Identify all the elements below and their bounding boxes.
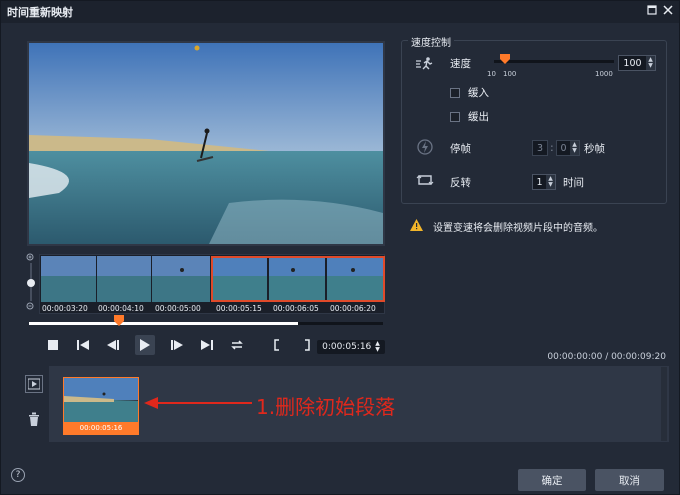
warning-icon bbox=[410, 219, 423, 234]
freeze-icon bbox=[417, 139, 433, 158]
scrubber-progress bbox=[29, 322, 298, 325]
ease-in-row[interactable]: 缓入 bbox=[450, 85, 489, 100]
ease-in-label: 缓入 bbox=[468, 87, 489, 99]
timecode-field[interactable]: 0:00:05:16 ▲ ▼ bbox=[317, 340, 385, 354]
runner-icon bbox=[416, 57, 434, 74]
filmstrip-segment-2[interactable] bbox=[152, 256, 210, 302]
window-title: 时间重新映射 bbox=[7, 6, 73, 19]
zoom-control[interactable] bbox=[25, 253, 37, 311]
scrubber-handle[interactable] bbox=[114, 315, 124, 329]
speed-control-group: 速度控制 速度 10 100 1000 100 ▲ ▼ 缓入 缓出 停帧 3:… bbox=[401, 34, 667, 204]
clip-thumbnail[interactable]: 00:00:05:16 bbox=[63, 377, 139, 435]
speed-spin-arrows[interactable]: ▲ ▼ bbox=[646, 56, 655, 70]
clip-panel-scrollbar[interactable] bbox=[661, 367, 667, 441]
video-preview[interactable] bbox=[27, 41, 385, 246]
mark-out-icon[interactable] bbox=[299, 337, 315, 353]
freeze-unit: 秒帧 bbox=[584, 143, 605, 155]
trash-icon[interactable] bbox=[25, 410, 43, 428]
reverse-value: 1 bbox=[536, 176, 543, 188]
timecode-6: 00:00:06:20 bbox=[330, 304, 376, 313]
play-icon[interactable] bbox=[135, 335, 155, 355]
speed-value: 100 bbox=[623, 57, 642, 69]
title-bar: 时间重新映射 bbox=[1, 1, 679, 23]
current-timecode: 0:00:05:16 bbox=[322, 342, 372, 352]
time-remap-window: 时间重新映射 00:00:03:20 00:00:04:10 00:00:05:… bbox=[0, 0, 680, 495]
reverse-label: 反转 bbox=[450, 177, 471, 189]
cancel-button[interactable]: 取消 bbox=[595, 469, 664, 491]
reverse-icon bbox=[416, 174, 434, 189]
freeze-frames-field[interactable]: 0 ▲ ▼ bbox=[556, 140, 580, 156]
playback-scrubber[interactable] bbox=[29, 315, 383, 326]
freeze-frames: 0 bbox=[560, 142, 567, 154]
speed-group-title: 速度控制 bbox=[408, 34, 454, 49]
timecode-4: 00:00:05:15 bbox=[216, 304, 262, 313]
duration-readout: 00:00:00:00 / 00:00:09:20 bbox=[547, 352, 666, 362]
maximize-icon[interactable] bbox=[645, 5, 659, 19]
speed-label: 速度 bbox=[450, 58, 471, 70]
timecode-2: 00:00:04:10 bbox=[98, 304, 144, 313]
repeat-icon[interactable] bbox=[229, 337, 245, 353]
reverse-unit: 时间 bbox=[563, 177, 584, 189]
timecode-3: 00:00:05:00 bbox=[155, 304, 201, 313]
previous-frame-icon[interactable] bbox=[105, 337, 121, 353]
filmstrip[interactable]: 00:00:03:20 00:00:04:10 00:00:05:00 00:0… bbox=[39, 254, 385, 314]
split-clip-icon[interactable] bbox=[25, 375, 43, 393]
close-icon[interactable] bbox=[661, 5, 675, 19]
annotation-text: 1.删除初始段落 bbox=[256, 395, 396, 419]
audio-warning: 设置变速将会删除视频片段中的音频。 bbox=[410, 219, 603, 234]
freeze-separator: : bbox=[550, 141, 554, 154]
transport-controls bbox=[45, 335, 315, 355]
go-to-end-icon[interactable] bbox=[199, 337, 215, 353]
freeze-seconds: 3 bbox=[536, 142, 544, 154]
annotation-arrow bbox=[144, 395, 252, 414]
speed-slider-handle[interactable] bbox=[500, 54, 510, 66]
ease-out-row[interactable]: 缓出 bbox=[450, 109, 489, 124]
speed-spinbox[interactable]: 100 ▲ ▼ bbox=[618, 55, 656, 71]
timecode-1: 00:00:03:20 bbox=[42, 304, 88, 313]
slider-min: 10 bbox=[487, 70, 496, 78]
freeze-seconds-field[interactable]: 3 bbox=[532, 140, 548, 156]
ease-in-checkbox[interactable] bbox=[450, 87, 460, 98]
stop-icon[interactable] bbox=[45, 337, 61, 353]
slider-mid: 100 bbox=[503, 70, 517, 78]
mark-in-icon[interactable] bbox=[269, 337, 285, 353]
speed-slider[interactable] bbox=[494, 54, 614, 64]
freeze-label: 停帧 bbox=[450, 143, 471, 155]
filmstrip-selected-range[interactable] bbox=[211, 256, 385, 302]
go-to-start-icon[interactable] bbox=[75, 337, 91, 353]
slider-max: 1000 bbox=[595, 70, 613, 78]
filmstrip-segment-1[interactable] bbox=[41, 256, 151, 302]
ok-button[interactable]: 确定 bbox=[518, 469, 586, 491]
warning-text: 设置变速将会删除视频片段中的音频。 bbox=[433, 223, 603, 234]
preview-image bbox=[29, 43, 383, 244]
reverse-spinbox[interactable]: 1 ▲ ▼ bbox=[532, 174, 556, 190]
help-icon[interactable]: ? bbox=[11, 468, 25, 482]
clip-timecode: 00:00:05:16 bbox=[79, 424, 123, 432]
ease-out-label: 缓出 bbox=[468, 111, 489, 123]
timecode-5: 00:00:06:05 bbox=[273, 304, 319, 313]
next-frame-icon[interactable] bbox=[169, 337, 185, 353]
ease-out-checkbox[interactable] bbox=[450, 111, 460, 122]
